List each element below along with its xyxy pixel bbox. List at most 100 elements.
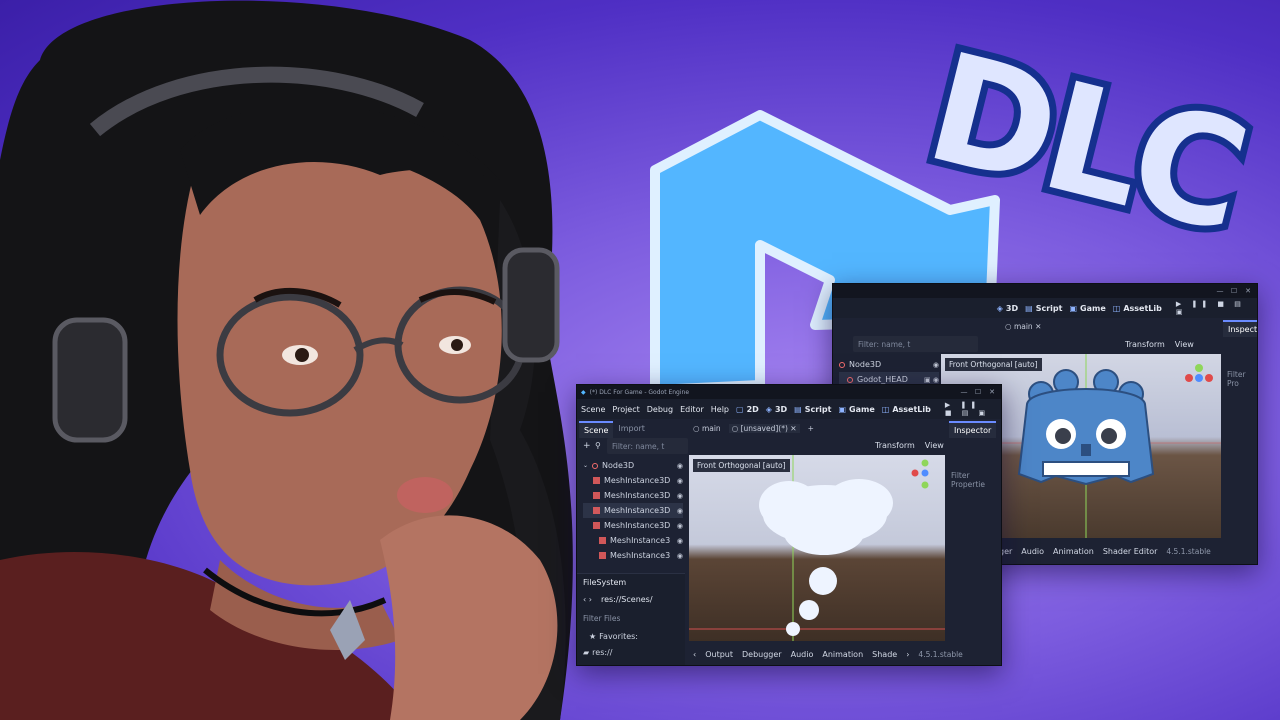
menu-scene[interactable]: Scene xyxy=(581,405,605,414)
bottom-panel-bar: ‹ Output Debugger Audio Animation Shade … xyxy=(693,645,963,663)
path-field[interactable]: res://Scenes/ xyxy=(601,595,653,604)
node3d-icon xyxy=(839,361,845,368)
visibility-eye-icon[interactable]: ▣ ◉ xyxy=(924,376,939,384)
tree-item-mesh-6[interactable]: MeshInstance3 ◉ xyxy=(583,548,683,563)
script-icon: ▤ xyxy=(794,404,802,414)
menu-editor[interactable]: Editor xyxy=(680,405,704,414)
mesh-instance-icon xyxy=(599,537,606,544)
mode-2d-button[interactable]: ▢ 2D xyxy=(736,405,759,414)
scene-tabs: ○ main ○ [unsaved](*) ✕ + xyxy=(693,424,814,433)
nav-arrows-icon[interactable]: ‹ › xyxy=(583,595,592,604)
minimize-icon[interactable]: — xyxy=(1215,287,1225,295)
inspector-tab[interactable]: Inspecto xyxy=(1223,320,1257,337)
debugger-tab[interactable]: Debugger xyxy=(742,650,782,659)
shader-editor-tab[interactable]: Shader Editor xyxy=(1103,547,1158,556)
shader-tab[interactable]: Shade xyxy=(872,650,897,659)
tree-item-node3d[interactable]: Node3D ◉ xyxy=(839,357,939,372)
mode-script-button[interactable]: ▤ Script xyxy=(1025,304,1062,313)
menu-help[interactable]: Help xyxy=(711,405,729,414)
tree-item-label: MeshInstance3D xyxy=(604,521,671,530)
audio-tab[interactable]: Audio xyxy=(1021,547,1044,556)
transform-menu[interactable]: Transform xyxy=(875,441,915,450)
add-tab-icon[interactable]: + xyxy=(808,424,814,433)
output-tab[interactable]: Output xyxy=(705,650,733,659)
link-icon[interactable]: ⚲ xyxy=(595,441,601,450)
close-icon[interactable]: ✕ xyxy=(987,388,997,396)
visibility-eye-icon[interactable]: ◉ xyxy=(677,552,683,560)
mesh-instance-icon xyxy=(593,492,600,499)
close-icon[interactable]: ✕ xyxy=(1243,287,1253,295)
mesh-instance-icon xyxy=(593,507,600,514)
back-viewport-toolbar: Transform View xyxy=(1125,340,1194,349)
mode-assetlib-label: AssetLib xyxy=(892,404,931,414)
add-node-icon[interactable]: + xyxy=(583,441,591,451)
tree-item-mesh-3[interactable]: MeshInstance3D ◉ xyxy=(583,503,683,518)
tree-item-mesh-4[interactable]: MeshInstance3D ◉ xyxy=(583,518,683,533)
mode-assetlib-button[interactable]: ◫ AssetLib xyxy=(1113,304,1162,313)
inspector-tabs: Inspector No xyxy=(949,421,1001,438)
back-filter-nodes[interactable]: Filter: name, t xyxy=(853,336,978,352)
tab-import[interactable]: Import xyxy=(613,421,650,438)
expand-right-icon[interactable]: › xyxy=(906,650,909,659)
mode-assetlib-label: AssetLib xyxy=(1123,303,1162,313)
run-controls[interactable]: ▶ ❚❚ ■ ▤ ▣ xyxy=(945,401,997,417)
favorites-label: Favorites: xyxy=(599,632,639,641)
tab-scene[interactable]: Scene xyxy=(579,421,614,438)
visibility-eye-icon[interactable]: ◉ xyxy=(677,462,683,470)
animation-tab[interactable]: Animation xyxy=(822,650,863,659)
game-icon: ▣ xyxy=(1069,303,1078,313)
mode-assetlib-button[interactable]: ◫ AssetLib xyxy=(882,405,931,414)
menu-debug[interactable]: Debug xyxy=(647,405,673,414)
mesh-instance-icon xyxy=(593,522,600,529)
minimize-icon[interactable]: — xyxy=(959,388,969,396)
tab-node[interactable]: No xyxy=(996,421,1001,438)
back-menubar: ◈ 3D ▤ Script ▣ Game ◫ AssetLib ▶ ❚❚ ■ ▤ ▣ xyxy=(833,298,1257,318)
mode-game-button[interactable]: ▣ Game xyxy=(838,405,874,414)
maximize-icon[interactable]: ☐ xyxy=(973,388,983,396)
visibility-eye-icon[interactable]: ◉ xyxy=(677,507,683,515)
visibility-eye-icon[interactable]: ◉ xyxy=(677,492,683,500)
filter-files-input[interactable]: Filter Files xyxy=(583,614,620,623)
scene-tab-main[interactable]: ○ main ✕ xyxy=(1005,322,1041,331)
visibility-eye-icon[interactable]: ◉ xyxy=(933,361,939,369)
view-menu[interactable]: View xyxy=(925,441,944,450)
filter-nodes-input[interactable]: Filter: name, t xyxy=(607,438,688,454)
mode-script-button[interactable]: ▤ Script xyxy=(794,405,831,414)
mode-game-button[interactable]: ▣ Game xyxy=(1069,304,1105,313)
favorites-item[interactable]: ★ Favorites: xyxy=(589,632,638,641)
scene-tab-main[interactable]: ○ main xyxy=(693,424,721,433)
tree-item-mesh-2[interactable]: MeshInstance3D ◉ xyxy=(583,488,683,503)
scene-tab-unsaved[interactable]: ○ [unsaved](*) ✕ xyxy=(728,424,800,433)
tree-item-mesh-5[interactable]: MeshInstance3 ◉ xyxy=(583,533,683,548)
visibility-eye-icon[interactable]: ◉ xyxy=(677,477,683,485)
menu-project[interactable]: Project xyxy=(612,405,639,414)
mesh-instance-icon xyxy=(599,552,606,559)
back-scene-tree: Node3D ◉ Godot_HEAD ▣ ◉ xyxy=(839,357,939,387)
mode-3d-button[interactable]: ◈ 3D xyxy=(997,304,1018,313)
maximize-icon[interactable]: ☐ xyxy=(1229,287,1239,295)
viewport-toolbar: Transform View xyxy=(875,441,944,450)
collapse-left-icon[interactable]: ‹ xyxy=(693,650,696,659)
mode-game-label: Game xyxy=(1080,303,1106,313)
tree-item-mesh-1[interactable]: MeshInstance3D ◉ xyxy=(583,473,683,488)
transform-menu[interactable]: Transform xyxy=(1125,340,1165,349)
tree-item-label: MeshInstance3D xyxy=(604,476,671,485)
collapse-arrow-icon[interactable]: ⌄ xyxy=(583,462,588,469)
res-folder-item[interactable]: ▰ res:// xyxy=(583,648,612,657)
animation-tab[interactable]: Animation xyxy=(1053,547,1094,556)
visibility-eye-icon[interactable]: ◉ xyxy=(677,522,683,530)
tree-item-node3d[interactable]: ⌄ Node3D ◉ xyxy=(583,458,683,473)
3d-icon: ◈ xyxy=(765,404,772,414)
run-controls[interactable]: ▶ ❚❚ ■ ▤ ▣ xyxy=(1176,300,1253,316)
filter-properties[interactable]: Filter Propertie xyxy=(951,471,1001,489)
tab-inspector[interactable]: Inspector xyxy=(949,421,997,438)
visibility-eye-icon[interactable]: ◉ xyxy=(677,537,683,545)
filter-properties[interactable]: Filter Pro xyxy=(1227,370,1257,388)
front-3d-viewport[interactable]: Front Orthogonal [auto] xyxy=(689,455,945,641)
star-icon: ★ xyxy=(589,632,597,641)
mode-3d-button[interactable]: ◈ 3D xyxy=(766,405,787,414)
back-scene-tabs: ○ main ✕ xyxy=(1005,322,1041,331)
tree-item-label: Node3D xyxy=(849,360,882,369)
view-menu[interactable]: View xyxy=(1175,340,1194,349)
audio-tab[interactable]: Audio xyxy=(791,650,814,659)
